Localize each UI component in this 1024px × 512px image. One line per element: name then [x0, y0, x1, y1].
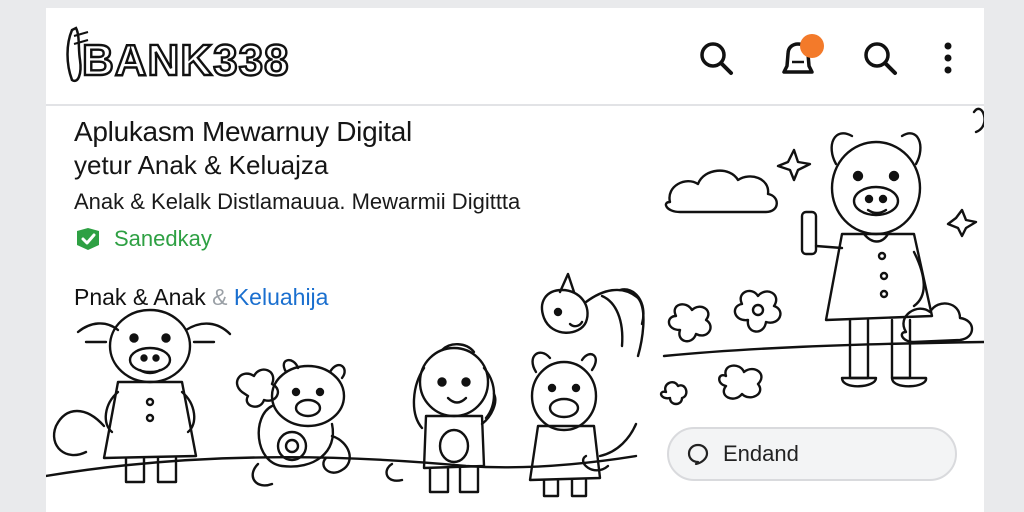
search-icon — [864, 42, 897, 75]
hero-text: Aplukasm Mewarnuy Digital yetur Anak & K… — [74, 116, 520, 253]
hero-subtitle: Anak & Kelalk Distlamauua. Mewarmii Digi… — [74, 189, 521, 214]
category-part-1: Pnak & Anak — [74, 284, 206, 310]
brand-name: BANK338 — [81, 35, 290, 86]
hero-title-line-1: Aplukasm Mewarnuy Digital — [74, 116, 412, 147]
top-app-bar: BANK338 — [46, 8, 984, 106]
more-vertical-icon — [944, 42, 952, 74]
category-link[interactable]: Pnak & Anak & Keluahija — [74, 284, 328, 311]
chat-bubble-icon — [687, 443, 709, 465]
notifications-button[interactable] — [778, 34, 824, 78]
search-icon — [700, 42, 733, 75]
notification-badge — [800, 34, 824, 58]
category-part-2[interactable]: Keluahija — [234, 284, 329, 310]
enter-button[interactable]: Endand — [667, 427, 957, 481]
verified-badge-icon — [77, 228, 99, 250]
enter-button-label: Endand — [723, 441, 799, 466]
rating-label: Sanedkay — [114, 226, 212, 251]
category-ampersand: & — [205, 284, 234, 310]
rating-row: Sanedkay — [74, 225, 520, 253]
hero-title-line-2: yetur Anak & Keluajza — [74, 150, 329, 180]
search-button[interactable] — [696, 38, 736, 78]
app-frame: BANK338 Aplukasm Mewarnuy Digital yetur … — [46, 8, 984, 512]
search-button-secondary[interactable] — [860, 38, 900, 78]
more-options-button[interactable] — [928, 38, 968, 78]
